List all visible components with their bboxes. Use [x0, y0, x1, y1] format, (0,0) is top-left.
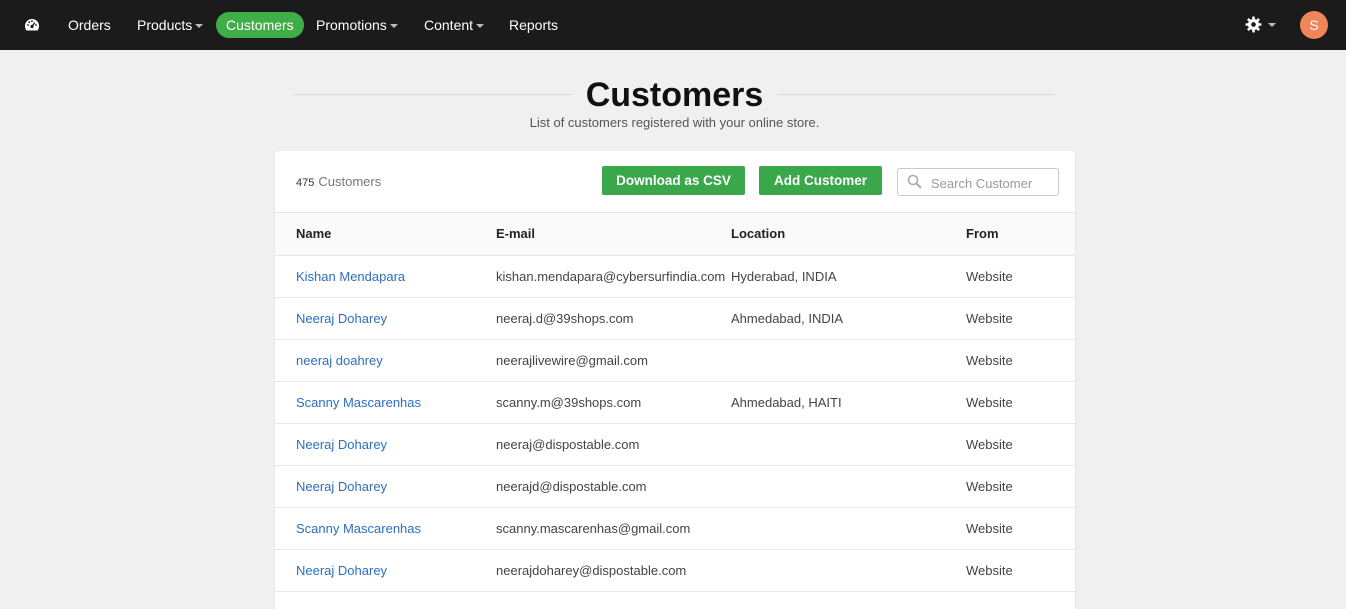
customer-count-number: 475: [296, 177, 315, 189]
customers-table: Name E-mail Location From Kishan Mendapa…: [275, 213, 1075, 609]
chevron-down-icon: [476, 24, 485, 29]
search-input[interactable]: [931, 174, 1053, 192]
customer-email: neerajd@dispostable.com: [496, 465, 731, 508]
customer-email: kishan.mendapara@cybersurfindia.com: [496, 255, 731, 298]
customer-location: Hyderabad, INDIA: [731, 255, 966, 298]
page-title: Customers: [571, 76, 778, 114]
customer-name-link[interactable]: Scanny Mascarenhas: [275, 381, 496, 424]
table-row[interactable]: neeraj doahrey neerajlivewire@gmail.com …: [275, 339, 1075, 382]
customer-location: Ahmedabad, INDIA: [731, 297, 966, 340]
customer-name-link[interactable]: Neeraj Doharey: [275, 465, 496, 508]
customer-name-link[interactable]: neeraj doahrey: [275, 339, 496, 382]
customer-count-label: Customers: [318, 174, 382, 189]
customer-email: [496, 591, 731, 609]
customer-email: neerajdoharey@dispostable.com: [496, 549, 731, 592]
customer-source: Website: [966, 465, 1075, 508]
customer-location: [731, 423, 966, 466]
customer-location: [731, 507, 966, 550]
customer-location: [731, 339, 966, 382]
customer-name-link[interactable]: Scanny Mascarenhas: [275, 507, 496, 550]
customer-name-link[interactable]: Kishan Mendapara: [275, 255, 496, 298]
table-row[interactable]: Neeraj Doharey neeraj.d@39shops.com Ahme…: [275, 297, 1075, 340]
customer-location: [731, 591, 966, 609]
chevron-down-icon: [389, 24, 398, 29]
top-navbar: Orders Products Customers Promotions Con…: [0, 0, 1346, 50]
customer-location: [731, 465, 966, 508]
chevron-down-icon: [195, 24, 204, 29]
table-row[interactable]: Scanny Mascarenhas scanny.m@39shops.com …: [275, 381, 1075, 424]
customer-email: neeraj.d@39shops.com: [496, 297, 731, 340]
table-row[interactable]: Neeraj Doharey neeraj@dispostable.com We…: [275, 423, 1075, 466]
nav-reports[interactable]: Reports: [509, 12, 558, 38]
card-toolbar: 475 Customers Download as CSV Add Custome…: [275, 151, 1075, 213]
nav-customers[interactable]: Customers: [216, 12, 304, 38]
customer-source: Website: [966, 297, 1075, 340]
column-header-name[interactable]: Name: [275, 213, 496, 256]
add-customer-button[interactable]: Add Customer: [759, 166, 882, 195]
customer-location: Ahmedabad, HAITI: [731, 381, 966, 424]
table-row[interactable]: Neeraj Doharey neerajdoharey@dispostable…: [275, 549, 1075, 592]
customer-name-link[interactable]: Neeraj Doharey: [275, 423, 496, 466]
customer-name-link[interactable]: [275, 591, 496, 609]
customer-source: Website: [966, 339, 1075, 382]
customer-source: Website: [966, 255, 1075, 298]
gear-icon[interactable]: [1245, 16, 1262, 33]
table-row[interactable]: Neeraj Doharey neerajd@dispostable.com W…: [275, 465, 1075, 508]
table-row[interactable]: Scanny Mascarenhas scanny.mascarenhas@gm…: [275, 507, 1075, 550]
nav-content[interactable]: Content: [424, 12, 485, 38]
customer-name-link[interactable]: Neeraj Doharey: [275, 549, 496, 592]
table-header-row: Name E-mail Location From: [275, 213, 1075, 256]
column-header-from[interactable]: From: [966, 213, 1075, 256]
table-row[interactable]: [275, 591, 1075, 609]
search-icon: [907, 174, 922, 189]
customer-source: Website: [966, 423, 1075, 466]
page-subtitle: List of customers registered with your o…: [529, 115, 820, 130]
customer-source: [966, 591, 1075, 609]
customer-source: Website: [966, 381, 1075, 424]
customer-name-link[interactable]: Neeraj Doharey: [275, 297, 496, 340]
customer-location: [731, 549, 966, 592]
search-box: [897, 168, 1059, 196]
customer-source: Website: [966, 549, 1075, 592]
customer-source: Website: [966, 507, 1075, 550]
column-header-location[interactable]: Location: [731, 213, 966, 256]
customer-count: 475 Customers: [296, 174, 381, 189]
customer-email: neerajlivewire@gmail.com: [496, 339, 731, 382]
customer-email: scanny.mascarenhas@gmail.com: [496, 507, 731, 550]
dashboard-icon[interactable]: [24, 17, 40, 33]
table-row[interactable]: Kishan Mendapara kishan.mendapara@cybers…: [275, 255, 1075, 298]
avatar[interactable]: S: [1300, 11, 1328, 39]
nav-promotions[interactable]: Promotions: [316, 12, 398, 38]
chevron-down-icon: [1268, 23, 1276, 27]
customer-email: neeraj@dispostable.com: [496, 423, 731, 466]
download-csv-button[interactable]: Download as CSV: [602, 166, 745, 195]
column-header-email[interactable]: E-mail: [496, 213, 731, 256]
nav-orders[interactable]: Orders: [68, 12, 111, 38]
nav-products[interactable]: Products: [137, 12, 204, 38]
customer-email: scanny.m@39shops.com: [496, 381, 731, 424]
page-header: Customers: [294, 76, 1055, 114]
customers-card: 475 Customers Download as CSV Add Custome…: [275, 151, 1075, 609]
